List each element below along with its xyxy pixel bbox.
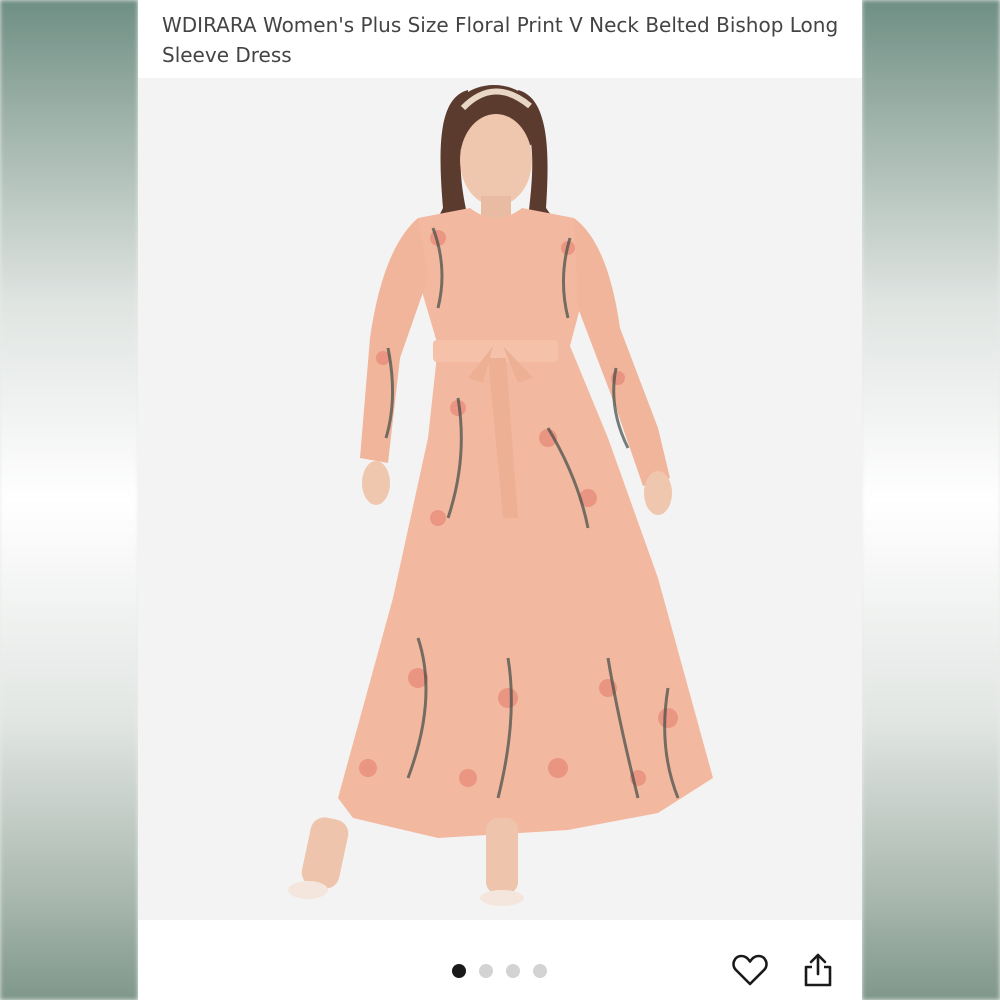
share-icon (804, 953, 832, 987)
favorite-button[interactable] (730, 950, 770, 990)
product-image[interactable] (138, 78, 862, 920)
dress-photo (288, 85, 713, 906)
blurred-background-right (862, 0, 1000, 1000)
pagination-dot-4[interactable] (533, 964, 547, 978)
blurred-background-left (0, 0, 138, 1000)
pagination-dot-1[interactable] (452, 964, 466, 978)
share-button[interactable] (798, 950, 838, 990)
pagination-dot-3[interactable] (506, 964, 520, 978)
product-title: WDIRARA Women's Plus Size Floral Print V… (162, 13, 839, 67)
image-pagination (452, 964, 547, 978)
product-card: WDIRARA Women's Plus Size Floral Print V… (138, 0, 862, 1000)
pagination-dot-2[interactable] (479, 964, 493, 978)
gallery-controls (138, 920, 862, 1000)
heart-icon (732, 954, 768, 986)
